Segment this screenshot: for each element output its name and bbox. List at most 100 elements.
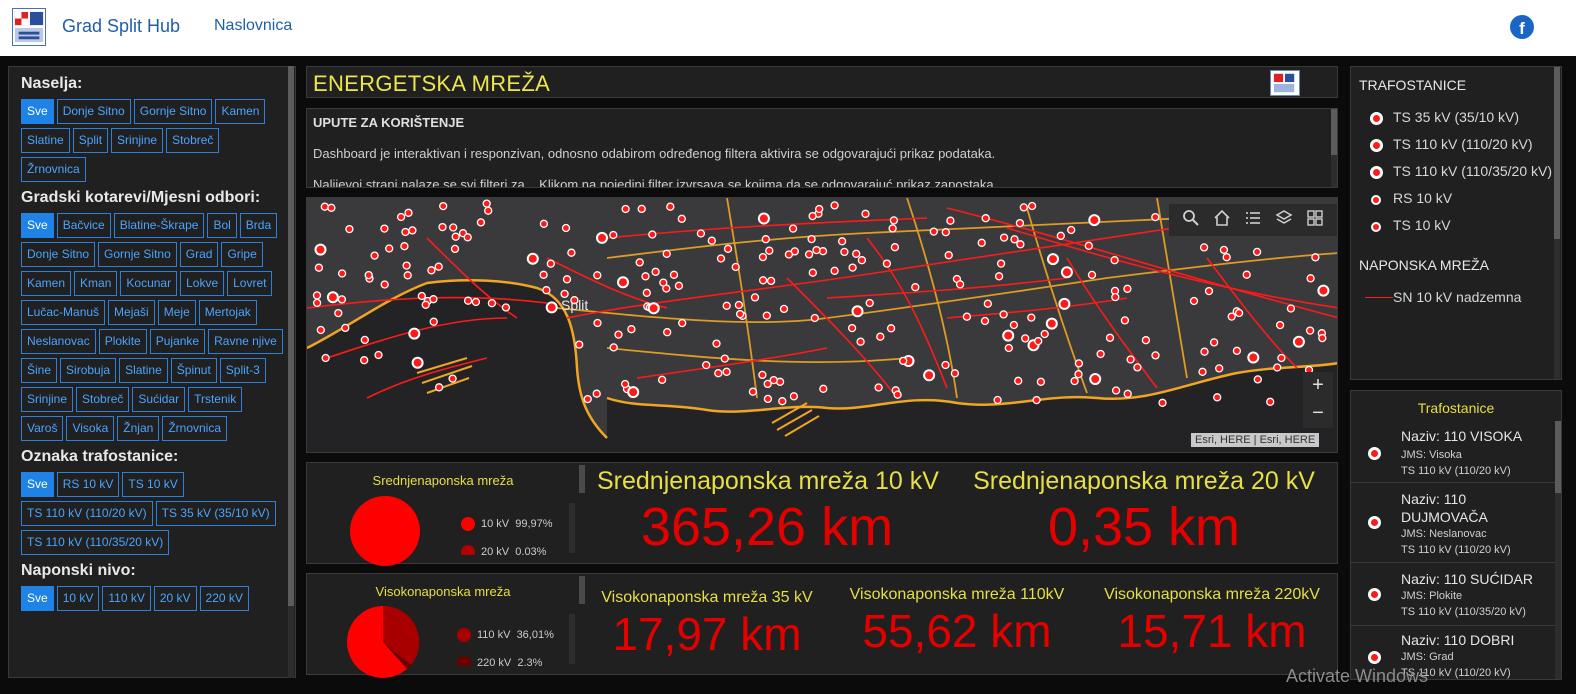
station-marker[interactable]	[561, 223, 571, 233]
instructions-scrollbar[interactable]	[1331, 109, 1337, 187]
station-marker[interactable]	[463, 233, 472, 242]
station-marker[interactable]	[1027, 201, 1037, 211]
station-marker[interactable]	[1084, 241, 1093, 250]
station-marker[interactable]	[1074, 370, 1083, 379]
station-marker[interactable]	[840, 247, 849, 257]
filter-chip[interactable]: Lovret	[227, 271, 273, 296]
station-marker[interactable]	[1096, 349, 1105, 359]
station-marker[interactable]	[929, 227, 938, 236]
station-marker[interactable]	[748, 387, 758, 396]
filter-chip[interactable]: Slatine	[21, 128, 70, 153]
filter-chip[interactable]: TS 110 kV (110/20 kV)	[21, 501, 153, 526]
filter-chip[interactable]: Neslanovac	[21, 329, 96, 354]
station-marker[interactable]	[830, 266, 839, 275]
station-marker[interactable]	[778, 397, 787, 406]
filter-chip[interactable]: 20 kV	[153, 586, 197, 611]
station-marker[interactable]	[722, 301, 731, 310]
station-marker[interactable]	[400, 242, 409, 251]
filter-chip[interactable]: TS 10 kV	[122, 472, 184, 497]
station-marker[interactable]	[1215, 364, 1224, 373]
station-marker[interactable]	[769, 375, 778, 385]
station-marker[interactable]	[983, 299, 992, 308]
home-icon[interactable]	[1211, 209, 1233, 231]
filter-chip[interactable]: Kamen	[215, 99, 266, 124]
station-marker[interactable]	[482, 199, 491, 208]
station-marker[interactable]	[1004, 343, 1013, 353]
filter-chip[interactable]: Gornje Sitno	[133, 99, 213, 124]
filter-chip[interactable]: Bačvice	[56, 213, 111, 238]
station-marker[interactable]	[911, 283, 920, 292]
filter-chip[interactable]: Sućidar	[132, 387, 186, 412]
station-marker[interactable]	[1032, 395, 1041, 405]
filter-chip[interactable]: Split-3	[219, 358, 266, 383]
search-icon[interactable]	[1180, 209, 1202, 231]
station-marker[interactable]	[637, 204, 646, 214]
station-marker[interactable]	[337, 269, 347, 278]
station-marker[interactable]	[946, 216, 955, 225]
station-marker[interactable]	[1060, 266, 1073, 279]
station-marker[interactable]	[886, 324, 896, 333]
station-marker[interactable]	[403, 271, 412, 280]
station-marker[interactable]	[408, 226, 417, 235]
station-marker[interactable]	[1209, 338, 1219, 347]
list-item[interactable]: Naziv: 110 SUĆIDAR JMS: Plokite TS 110 k…	[1351, 564, 1555, 626]
station-marker[interactable]	[1074, 359, 1084, 368]
station-marker[interactable]	[696, 229, 706, 238]
station-marker[interactable]	[788, 224, 798, 233]
list-scrollbar[interactable]	[1555, 421, 1561, 679]
station-marker[interactable]	[417, 291, 426, 301]
station-marker[interactable]	[804, 250, 814, 259]
station-marker[interactable]	[1010, 235, 1019, 244]
station-marker[interactable]	[501, 303, 511, 312]
station-marker[interactable]	[647, 302, 660, 315]
station-marker[interactable]	[899, 356, 908, 366]
station-marker[interactable]	[484, 206, 493, 215]
station-marker[interactable]	[1123, 284, 1132, 293]
station-marker[interactable]	[1151, 351, 1160, 360]
city-logo[interactable]	[12, 8, 46, 46]
station-marker[interactable]	[539, 219, 549, 228]
station-marker[interactable]	[1158, 398, 1167, 407]
filter-chip[interactable]: 10 kV	[56, 586, 100, 611]
station-marker[interactable]	[364, 270, 373, 280]
station-marker[interactable]	[666, 202, 675, 211]
filter-chip[interactable]: Srinjine	[111, 128, 164, 153]
station-marker[interactable]	[1014, 376, 1023, 385]
station-marker[interactable]	[702, 360, 711, 370]
station-marker[interactable]	[1036, 377, 1046, 386]
station-marker[interactable]	[1111, 386, 1121, 395]
station-marker[interactable]	[312, 291, 322, 300]
station-marker[interactable]	[1002, 329, 1015, 342]
legend-scrollbar-thumb[interactable]	[1554, 67, 1560, 239]
station-marker[interactable]	[1016, 240, 1025, 249]
station-marker[interactable]	[545, 301, 558, 314]
station-marker[interactable]	[434, 383, 444, 392]
filter-chip[interactable]: Srinjine	[21, 387, 74, 412]
facebook-icon[interactable]: f	[1510, 15, 1534, 39]
station-marker[interactable]	[314, 243, 327, 256]
station-marker[interactable]	[1133, 363, 1142, 372]
station-marker[interactable]	[592, 389, 601, 398]
station-marker[interactable]	[812, 245, 821, 255]
filter-chip[interactable]: Kamen	[21, 271, 72, 296]
station-marker[interactable]	[635, 258, 644, 267]
station-marker[interactable]	[1318, 333, 1327, 343]
station-marker[interactable]	[1089, 373, 1102, 385]
station-marker[interactable]	[923, 369, 936, 382]
station-marker[interactable]	[627, 386, 640, 399]
station-marker[interactable]	[321, 353, 330, 363]
station-marker[interactable]	[320, 202, 329, 211]
filter-chip[interactable]: Mertojak	[198, 300, 257, 325]
station-marker[interactable]	[648, 230, 657, 239]
filter-chip[interactable]: Meje	[157, 300, 196, 325]
station-marker[interactable]	[1200, 347, 1209, 356]
station-marker[interactable]	[996, 259, 1006, 268]
station-marker[interactable]	[889, 216, 899, 225]
station-marker[interactable]	[674, 281, 684, 290]
station-marker[interactable]	[487, 299, 497, 308]
station-marker[interactable]	[810, 313, 819, 323]
station-marker[interactable]	[448, 374, 457, 383]
station-marker[interactable]	[980, 316, 990, 326]
station-marker[interactable]	[1273, 363, 1282, 372]
station-marker[interactable]	[642, 288, 651, 297]
